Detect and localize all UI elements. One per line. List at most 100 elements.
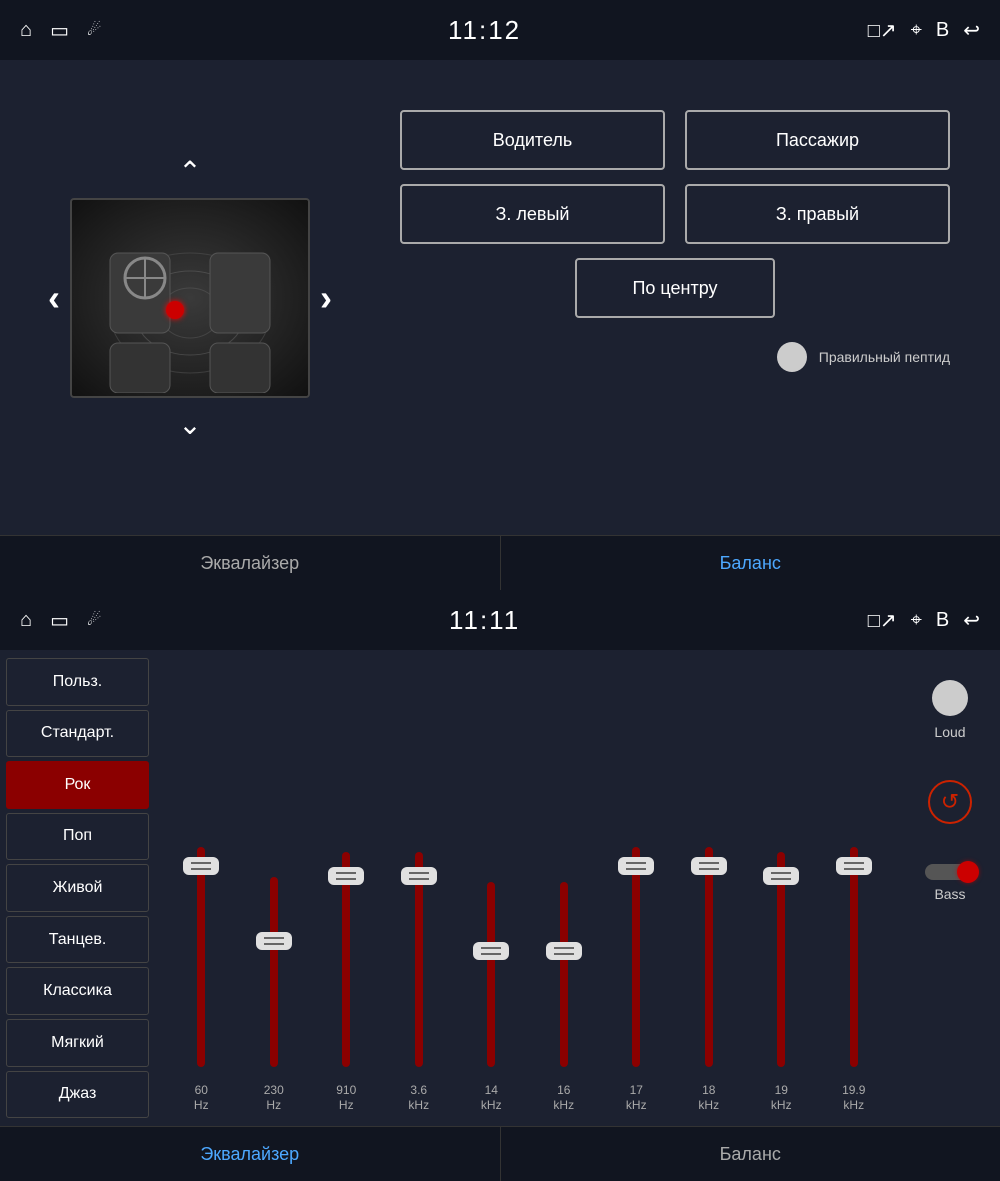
arrow-right-button[interactable]: › xyxy=(320,277,332,319)
freq-label-7: 18kHz xyxy=(673,1083,746,1114)
slider-track-1[interactable] xyxy=(270,877,278,1067)
usb-icon[interactable]: ☄ xyxy=(87,20,101,40)
preset-item-5[interactable]: Танцев. xyxy=(6,916,149,964)
slider-thumb-3[interactable] xyxy=(401,867,437,885)
bass-slider-track[interactable] xyxy=(925,864,975,880)
preset-item-1[interactable]: Стандарт. xyxy=(6,710,149,758)
slider-thumb-9[interactable] xyxy=(836,857,872,875)
rear-left-button[interactable]: З. левый xyxy=(400,184,665,244)
slider-thumb-7[interactable] xyxy=(691,857,727,875)
freq-label-3: 3.6kHz xyxy=(383,1083,456,1114)
passenger-button[interactable]: Пассажир xyxy=(685,110,950,170)
rear-seat-row: З. левый З. правый xyxy=(400,184,950,244)
bass-slider-thumb xyxy=(957,861,979,883)
slider-thumb-2[interactable] xyxy=(328,867,364,885)
preset-item-0[interactable]: Польз. xyxy=(6,658,149,706)
center-button[interactable]: По центру xyxy=(575,258,775,318)
seat-buttons-section: Водитель Пассажир З. левый З. правый По … xyxy=(380,80,970,515)
top-panel: ⌂ ▭ ☄ 11:12 □↗ ⌖ B ↩ ⌃ ‹ xyxy=(0,0,1000,590)
slider-track-5[interactable] xyxy=(560,882,568,1067)
eq-right-controls: Loud ↺ Bass xyxy=(900,650,1000,1126)
home-icon-2[interactable]: ⌂ xyxy=(20,609,32,632)
slider-thumb-4[interactable] xyxy=(473,942,509,960)
top-main-content: ⌃ ‹ xyxy=(0,60,1000,535)
toggle-label: Правильный пептид xyxy=(819,349,950,365)
freq-label-0: 60Hz xyxy=(165,1083,238,1114)
back-icon[interactable]: ↩ xyxy=(963,18,980,43)
slider-track-4[interactable] xyxy=(487,882,495,1067)
freq-labels: 60Hz230Hz910Hz3.6kHz14kHz16kHz17kHz18kHz… xyxy=(165,1077,890,1126)
slider-track-0[interactable] xyxy=(197,847,205,1067)
top-status-bar: ⌂ ▭ ☄ 11:12 □↗ ⌖ B ↩ xyxy=(0,0,1000,60)
slider-col-6 xyxy=(632,660,640,1067)
tab-equalizer-bottom[interactable]: Эквалайзер xyxy=(0,1127,501,1181)
tab-balance-bottom[interactable]: Баланс xyxy=(501,1127,1000,1181)
slider-track-8[interactable] xyxy=(777,852,785,1067)
rear-right-button[interactable]: З. правый xyxy=(685,184,950,244)
arrow-up-button[interactable]: ⌃ xyxy=(178,155,201,188)
reset-button[interactable]: ↺ xyxy=(928,780,972,824)
freq-label-9: 19.9kHz xyxy=(818,1083,891,1114)
slider-track-9[interactable] xyxy=(850,847,858,1067)
bottom-status-bar: ⌂ ▭ ☄ 11:11 □↗ ⌖ B ↩ xyxy=(0,590,1000,650)
slider-track-2[interactable] xyxy=(342,852,350,1067)
loud-toggle-circle[interactable] xyxy=(932,680,968,716)
screen-icon-2[interactable]: ▭ xyxy=(50,608,69,633)
arrow-down-button[interactable]: ⌄ xyxy=(178,408,201,441)
slider-thumb-0[interactable] xyxy=(183,857,219,875)
slider-thumb-6[interactable] xyxy=(618,857,654,875)
car-image xyxy=(70,198,310,398)
screen-icon[interactable]: ▭ xyxy=(50,18,69,43)
cast-icon-2[interactable]: □↗ xyxy=(868,608,897,633)
eq-main: Польз.Стандарт.РокПопЖивойТанцев.Классик… xyxy=(0,650,1000,1126)
back-icon-2[interactable]: ↩ xyxy=(963,608,980,633)
slider-track-7[interactable] xyxy=(705,847,713,1067)
slider-thumb-8[interactable] xyxy=(763,867,799,885)
slider-track-6[interactable] xyxy=(632,847,640,1067)
loud-label: Loud xyxy=(934,724,965,740)
slider-col-0 xyxy=(197,660,205,1067)
preset-item-3[interactable]: Поп xyxy=(6,813,149,861)
top-status-right: □↗ ⌖ B ↩ xyxy=(868,18,980,43)
slider-col-7 xyxy=(705,660,713,1067)
slider-thumb-1[interactable] xyxy=(256,932,292,950)
slider-col-3 xyxy=(415,660,423,1067)
car-image-section: ⌃ ‹ xyxy=(30,80,350,515)
preset-item-8[interactable]: Джаз xyxy=(6,1071,149,1119)
slider-thumb-5[interactable] xyxy=(546,942,582,960)
cast-icon[interactable]: □↗ xyxy=(868,18,897,43)
bottom-tab-bar: Эквалайзер Баланс xyxy=(0,1126,1000,1181)
freq-label-1: 230Hz xyxy=(238,1083,311,1114)
bottom-panel: ⌂ ▭ ☄ 11:11 □↗ ⌖ B ↩ Польз.Стандарт.РокП… xyxy=(0,590,1000,1181)
preset-item-6[interactable]: Классика xyxy=(6,967,149,1015)
bluetooth-icon[interactable]: B xyxy=(936,19,949,42)
slider-track-3[interactable] xyxy=(415,852,423,1067)
car-interior-bg xyxy=(72,200,308,396)
sliders-container xyxy=(165,660,890,1077)
freq-label-8: 19kHz xyxy=(745,1083,818,1114)
location-icon-2[interactable]: ⌖ xyxy=(911,609,922,632)
preset-item-4[interactable]: Живой xyxy=(6,864,149,912)
home-icon[interactable]: ⌂ xyxy=(20,19,32,42)
usb-icon-2[interactable]: ☄ xyxy=(87,610,101,630)
slider-col-5 xyxy=(560,660,568,1067)
driver-button[interactable]: Водитель xyxy=(400,110,665,170)
bluetooth-icon-2[interactable]: B xyxy=(936,609,949,632)
slider-col-2 xyxy=(342,660,350,1067)
arrow-left-button[interactable]: ‹ xyxy=(48,277,60,319)
top-status-left: ⌂ ▭ ☄ xyxy=(20,18,101,43)
preset-item-2[interactable]: Рок xyxy=(6,761,149,809)
preset-item-7[interactable]: Мягкий xyxy=(6,1019,149,1067)
bottom-status-right: □↗ ⌖ B ↩ xyxy=(868,608,980,633)
location-icon[interactable]: ⌖ xyxy=(911,19,922,42)
tab-balance-top[interactable]: Баланс xyxy=(501,536,1000,590)
bass-toggle: Bass xyxy=(925,864,975,902)
slider-col-9 xyxy=(850,660,858,1067)
preset-list: Польз.Стандарт.РокПопЖивойТанцев.Классик… xyxy=(0,650,155,1126)
top-clock: 11:12 xyxy=(448,15,521,46)
slider-col-1 xyxy=(270,660,278,1067)
eq-sliders-area: 60Hz230Hz910Hz3.6kHz14kHz16kHz17kHz18kHz… xyxy=(155,650,900,1126)
tab-equalizer-top[interactable]: Эквалайзер xyxy=(0,536,501,590)
loud-toggle: Loud xyxy=(932,680,968,740)
toggle-circle[interactable] xyxy=(777,342,807,372)
